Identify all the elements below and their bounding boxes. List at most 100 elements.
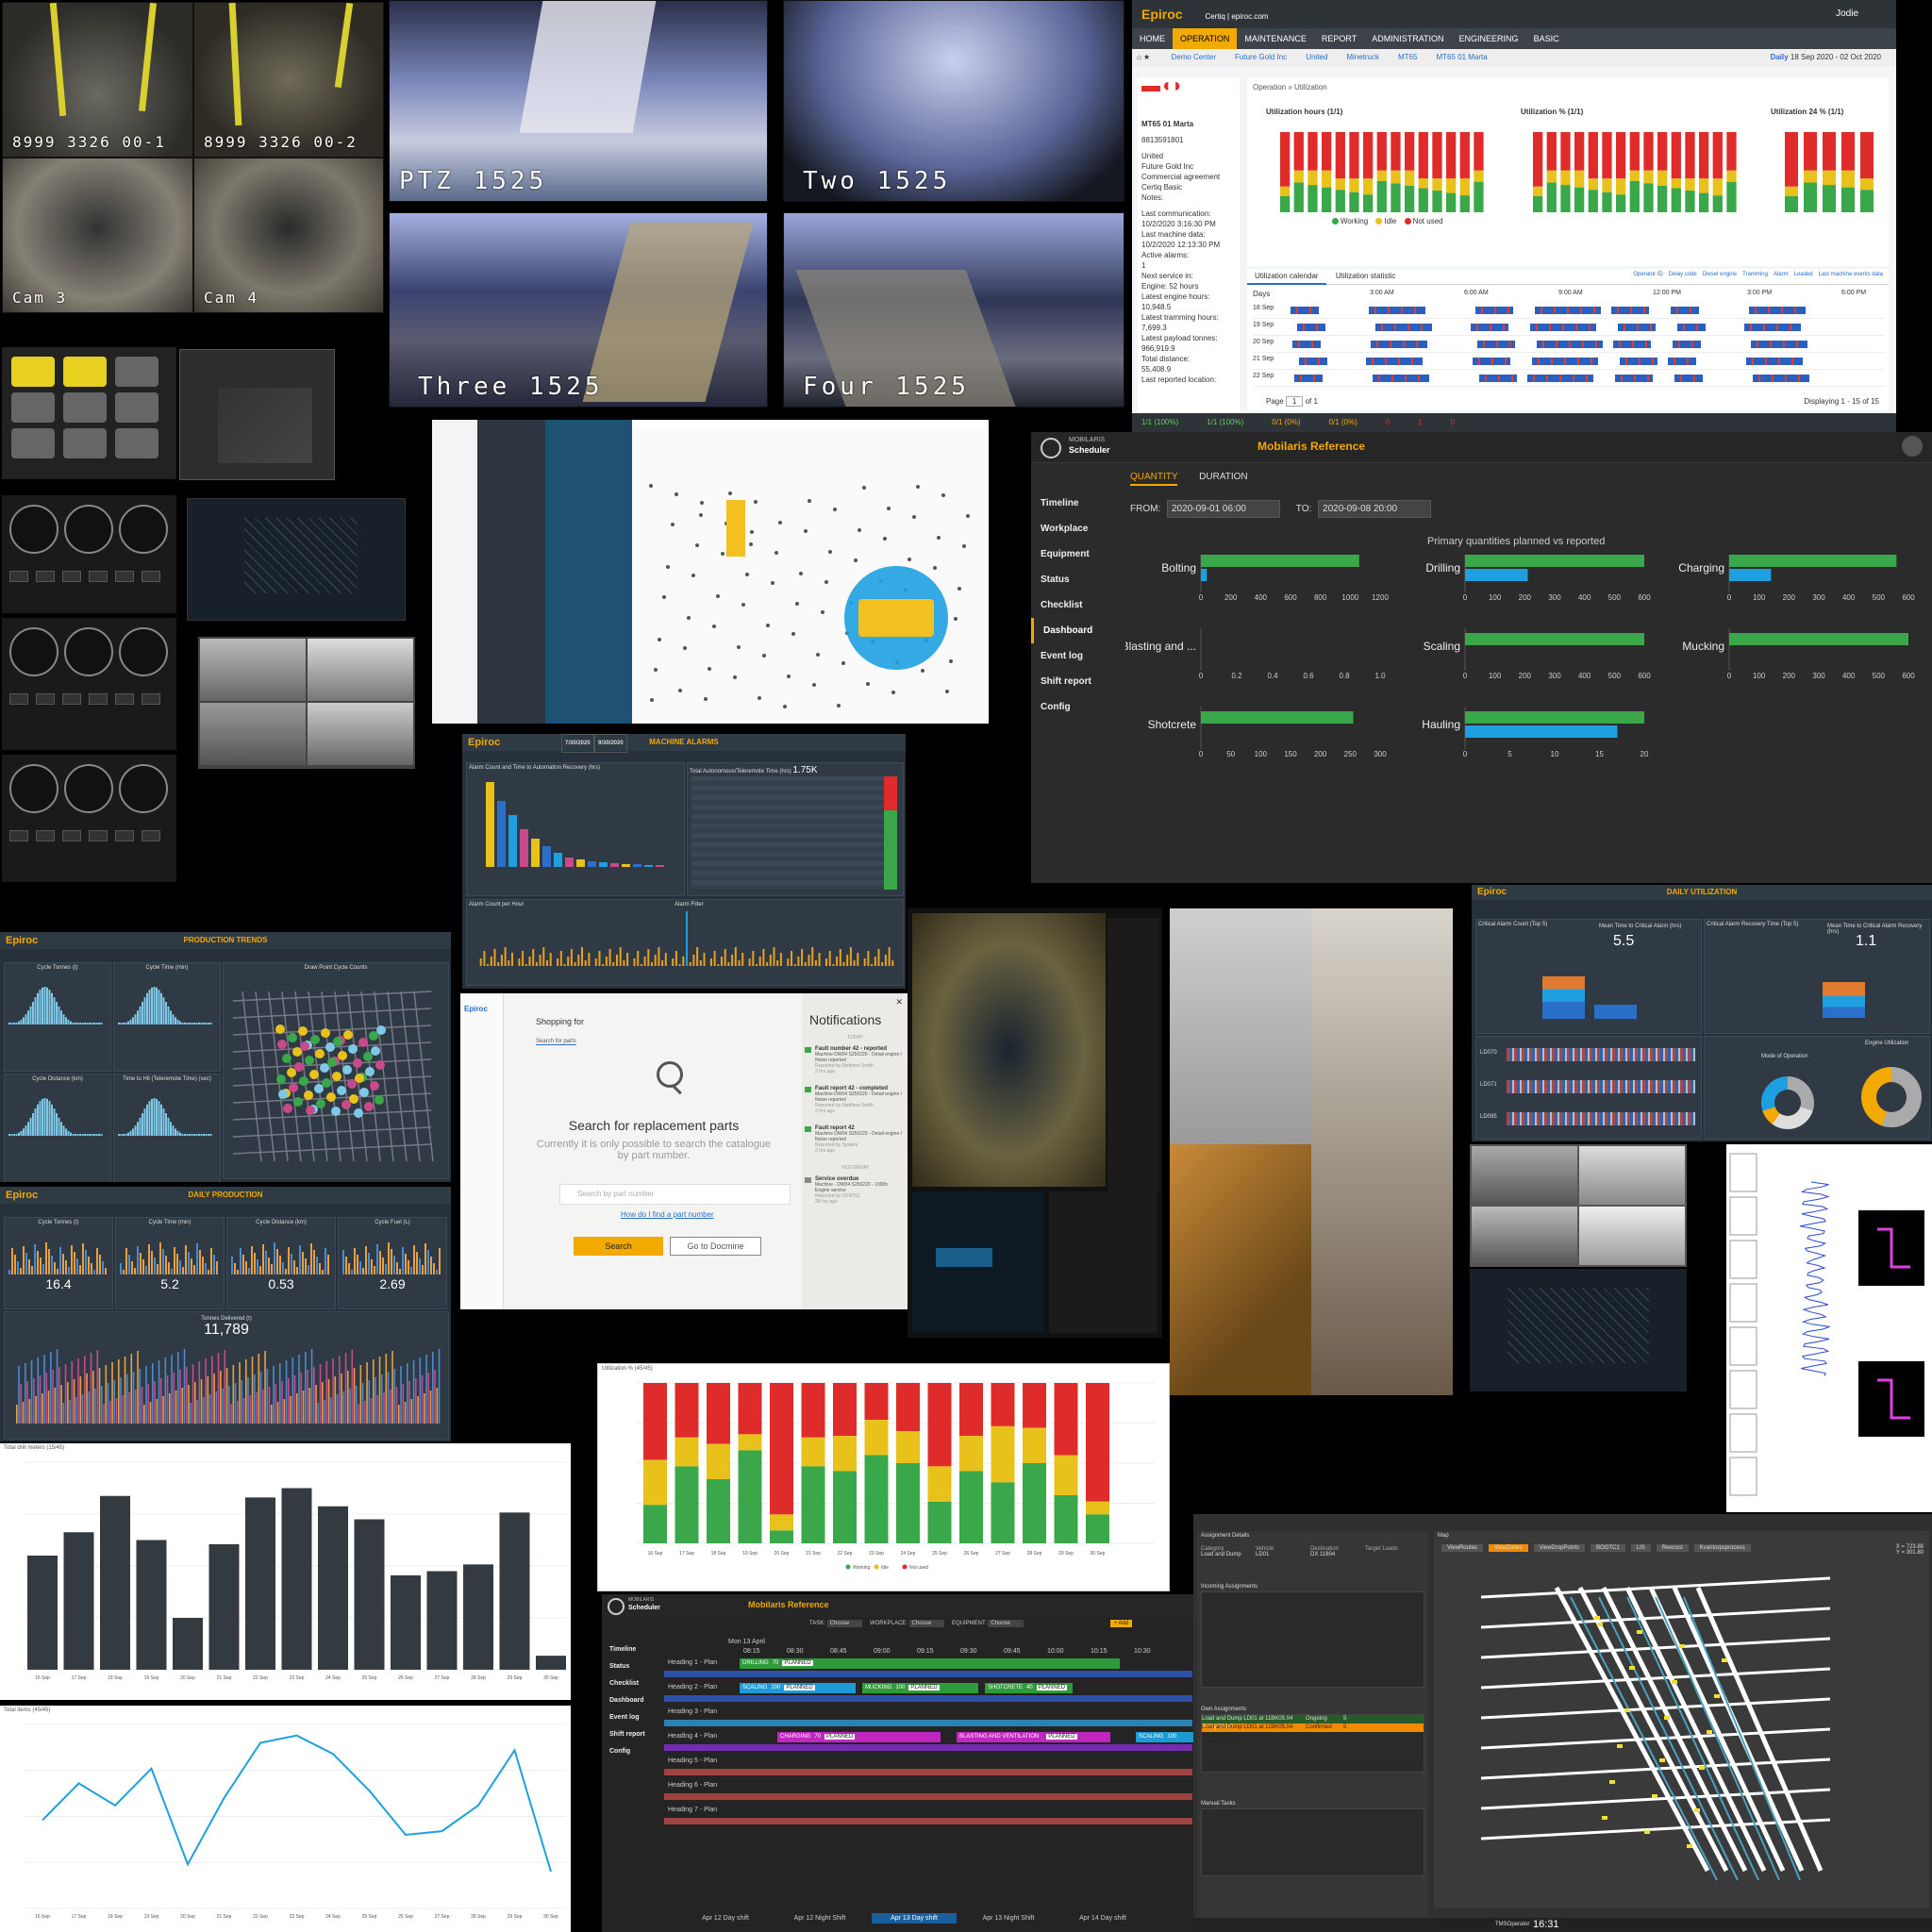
equipment-select[interactable]: Choose — [988, 1620, 1024, 1627]
checkbox-2[interactable]: Diesel engine — [1703, 272, 1737, 277]
menu-event-log[interactable]: Event log — [1031, 643, 1116, 669]
nav-item-engineering[interactable]: ENGINEERING — [1452, 28, 1526, 49]
workplace-select[interactable]: Choose — [908, 1620, 945, 1627]
menu-event-log[interactable]: Event log — [602, 1709, 658, 1726]
shift-tab[interactable]: Apr 12 Day shift — [683, 1913, 768, 1924]
map-tab[interactable]: LIS — [1630, 1544, 1651, 1552]
checkbox-5[interactable]: Loaded — [1794, 272, 1813, 277]
task-bar[interactable]: BLASTING AND VENTILATION PLANNED — [957, 1732, 1110, 1742]
map-tab[interactable]: ViewRoutes — [1441, 1544, 1483, 1552]
nav-item-home[interactable]: HOME — [1132, 28, 1173, 49]
status-tile[interactable] — [63, 428, 107, 458]
home-icon[interactable]: ⌂ ★ — [1137, 49, 1150, 66]
underground-tunnel-view[interactable] — [908, 908, 1162, 1338]
notification-item[interactable]: Fault report 42 Machine DW04 S250220 - De… — [802, 1120, 908, 1159]
menu-timeline[interactable]: Timeline — [1031, 491, 1116, 516]
shift-tab[interactable]: Apr 14 Day shift — [1060, 1913, 1145, 1924]
period-range[interactable]: 18 Sep 2020 - 02 Oct 2020 — [1790, 49, 1881, 66]
camera-tile-1[interactable]: 8999 3326 00-1 — [2, 2, 193, 158]
task-bar[interactable]: SHOTCRETE 40 PLANNED — [985, 1683, 1073, 1693]
tab-search-parts[interactable]: Search for parts — [536, 1039, 576, 1045]
menu-shift-report[interactable]: Shift report — [602, 1726, 658, 1743]
status-tile[interactable] — [63, 392, 107, 423]
camera-tile-2[interactable]: 8999 3326 00-2 — [193, 2, 384, 158]
status-tile[interactable] — [115, 428, 158, 458]
assignment-row[interactable]: Load and Dump LD01 at 11BK05.04Ongoing5T… — [1202, 1715, 1424, 1730]
shift-tab[interactable]: Apr 12 Night Shift — [777, 1913, 862, 1924]
filter-select[interactable]: MT65 01 Marta — [1436, 49, 1487, 66]
filter-select[interactable]: MT65 — [1398, 49, 1417, 66]
help-link[interactable]: How do I find a part number — [621, 1210, 714, 1219]
notification-item[interactable]: Fault number 42 - reported Machine DW04 S… — [802, 1041, 908, 1080]
nav-item-operation[interactable]: OPERATION — [1173, 28, 1238, 49]
status-tile[interactable] — [11, 392, 55, 423]
status-tile[interactable] — [11, 357, 55, 387]
map-canvas[interactable] — [632, 429, 989, 724]
nav-item-report[interactable]: REPORT — [1314, 28, 1364, 49]
task-bar[interactable]: DRILLING 70 PLANNED — [740, 1658, 1120, 1669]
from-input[interactable]: 2020-09-01 06:00 — [1167, 500, 1280, 518]
add-button[interactable]: + Add — [1109, 1620, 1133, 1627]
tab-duration[interactable]: DURATION — [1199, 472, 1247, 482]
menu-dashboard[interactable]: Dashboard — [1031, 618, 1116, 643]
nav-item-administration[interactable]: ADMINISTRATION — [1364, 28, 1451, 49]
checkbox-4[interactable]: Alarm — [1774, 272, 1789, 277]
tab-utilization-calendar[interactable]: Utilization calendar — [1247, 269, 1326, 285]
checkbox-6[interactable]: Last machine events data — [1819, 272, 1883, 277]
docmine-button[interactable]: Go to Docmine — [670, 1237, 761, 1256]
map-tab[interactable]: BOOTC1 — [1591, 1544, 1625, 1552]
menu-workplace[interactable]: Workplace — [1031, 516, 1116, 541]
status-tile[interactable] — [11, 428, 55, 458]
filter-select[interactable]: Future Gold Inc — [1235, 49, 1287, 66]
filter-select[interactable]: Minetruck — [1346, 49, 1379, 66]
wide-camera-view[interactable] — [1170, 908, 1453, 1395]
camera-four[interactable]: Four 1525 — [783, 212, 1124, 408]
task-bar[interactable]: CHARGING 70 PLANNED — [777, 1732, 941, 1742]
menu-config[interactable]: Config — [602, 1743, 658, 1760]
map-tab[interactable]: ViewZones — [1488, 1544, 1528, 1552]
nav-item-maintenance[interactable]: MAINTENANCE — [1237, 28, 1314, 49]
notification-item[interactable]: Service overdue Machine - DW04 S250220 - … — [802, 1171, 908, 1210]
close-icon[interactable]: ✕ — [895, 997, 903, 1008]
checkbox-3[interactable]: Tramming — [1742, 272, 1768, 277]
checkbox-1[interactable]: Delay code — [1669, 272, 1697, 277]
camera-ptz[interactable]: PTZ 1525 — [389, 0, 768, 202]
map-tab[interactable]: ViewDropPoints — [1533, 1544, 1586, 1552]
task-bar[interactable]: SCALING 100 — [1136, 1732, 1194, 1742]
menu-config[interactable]: Config — [1031, 694, 1116, 720]
date-start[interactable]: 7/30/2020 — [561, 734, 594, 753]
map-tab[interactable]: Reecost — [1656, 1544, 1689, 1552]
filter-select[interactable]: United — [1306, 49, 1327, 66]
camera-tile-3[interactable]: Cam 3 — [2, 158, 193, 313]
profile-icon[interactable] — [1902, 436, 1923, 457]
nav-item-basic[interactable]: BASIC — [1526, 28, 1567, 49]
map-tab[interactable]: Kvantorpsprocess — [1693, 1544, 1751, 1552]
task-select[interactable]: Choose — [826, 1620, 863, 1627]
search-button[interactable]: Search — [574, 1237, 663, 1256]
menu-status[interactable]: Status — [1031, 567, 1116, 592]
menu-dashboard[interactable]: Dashboard — [602, 1692, 658, 1709]
to-input[interactable]: 2020-09-08 20:00 — [1318, 500, 1432, 518]
tab-utilization-statistic[interactable]: Utilization statistic — [1328, 269, 1404, 283]
shift-tab[interactable]: Apr 13 Night Shift — [966, 1913, 1051, 1924]
menu-shift-report[interactable]: Shift report — [1031, 669, 1116, 694]
menu-checklist[interactable]: Checklist — [1031, 592, 1116, 618]
status-tile[interactable] — [63, 357, 107, 387]
status-tile[interactable] — [115, 392, 158, 423]
user-menu[interactable]: Jodie — [1836, 0, 1858, 28]
menu-timeline[interactable]: Timeline — [602, 1641, 658, 1658]
tab-quantity[interactable]: QUANTITY — [1130, 470, 1178, 486]
assignment-row[interactable]: Load and Dump LD01 at 11BK05.04 Confirmed… — [1202, 1724, 1424, 1739]
shift-tab[interactable]: Apr 13 Day shift — [872, 1913, 957, 1924]
status-tile[interactable] — [115, 357, 158, 387]
menu-equipment[interactable]: Equipment — [1031, 541, 1116, 567]
page-input[interactable]: 1 — [1285, 396, 1304, 407]
notification-item[interactable]: Fault report 42 - completed Machine DW04 … — [802, 1080, 908, 1120]
task-bar[interactable]: SCALING 100 PLANNED — [740, 1683, 856, 1693]
filter-select[interactable]: Demo Center — [1171, 49, 1216, 66]
camera-three[interactable]: Three 1525 — [389, 212, 768, 408]
date-end[interactable]: 9/30/2020 — [594, 734, 627, 753]
task-bar[interactable]: MUCKING 100 PLANNED — [862, 1683, 978, 1693]
checkbox-0[interactable]: Operator ID — [1633, 272, 1662, 277]
menu-status[interactable]: Status — [602, 1658, 658, 1675]
